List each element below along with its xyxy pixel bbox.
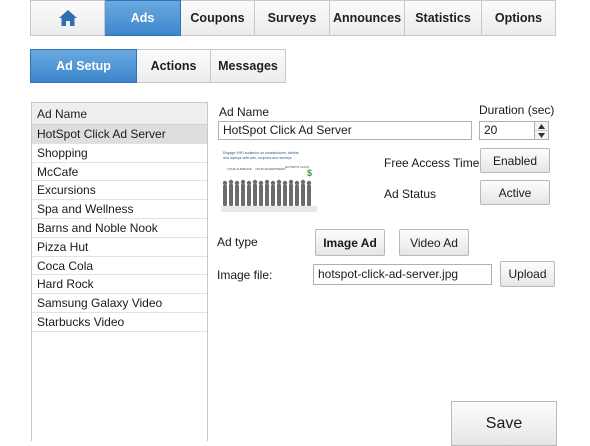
tab-ad-setup[interactable]: Ad Setup: [30, 49, 137, 83]
tab-options-label: Options: [494, 11, 543, 25]
ad-name-label: Ad Name: [219, 105, 270, 119]
ad-status-label: Ad Status: [384, 187, 437, 201]
ad-status-button[interactable]: Active: [480, 180, 550, 205]
image-ad-button[interactable]: Image Ad: [315, 229, 385, 256]
list-item[interactable]: Pizza Hut: [32, 238, 207, 257]
list-item[interactable]: Shopping: [32, 144, 207, 163]
video-ad-button[interactable]: Video Ad: [399, 229, 469, 256]
tab-coupons[interactable]: Coupons: [181, 0, 255, 36]
tab-messages-label: Messages: [218, 59, 278, 73]
tab-ad-setup-label: Ad Setup: [56, 59, 111, 73]
list-item[interactable]: Excursions: [32, 181, 207, 201]
thumb-line2: and laptops with ads, coupons and survey…: [223, 156, 292, 160]
tab-messages[interactable]: Messages: [211, 49, 286, 83]
list-item[interactable]: Samsung Galaxy Video: [32, 294, 207, 313]
ad-name-input[interactable]: HotSpot Click Ad Server: [218, 121, 472, 140]
list-item[interactable]: Coca Cola: [32, 257, 207, 276]
ad-type-label: Ad type: [217, 235, 258, 249]
spin-down-icon[interactable]: [535, 131, 548, 139]
duration-input[interactable]: 20: [479, 121, 535, 140]
free-access-timer-label: Free Access Timer: [384, 156, 484, 170]
list-item[interactable]: Spa and Wellness: [32, 200, 207, 219]
home-icon: [58, 10, 77, 26]
save-button[interactable]: Save: [451, 401, 557, 446]
tab-options[interactable]: Options: [482, 0, 556, 36]
spin-up-icon[interactable]: [535, 122, 548, 131]
tab-surveys-label: Surveys: [267, 11, 317, 25]
list-item[interactable]: HotSpot Click Ad Server: [32, 125, 207, 144]
image-file-label: Image file:: [217, 268, 273, 282]
main-nav: Ads Coupons Surveys Announces Statistics…: [30, 0, 556, 36]
sub-nav: Ad Setup Actions Messages: [30, 49, 286, 83]
thumb-label-audience: YOUR AUDIENCE: [227, 167, 252, 171]
home-tab[interactable]: [30, 0, 105, 36]
tab-actions-label: Actions: [150, 59, 197, 73]
tab-actions[interactable]: Actions: [137, 49, 211, 83]
image-file-input[interactable]: hotspot-click-ad-server.jpg: [313, 264, 492, 285]
ad-list-header: Ad Name: [32, 103, 207, 125]
list-item[interactable]: Hard Rock: [32, 275, 207, 295]
tab-ads-label: Ads: [130, 11, 155, 25]
ad-thumbnail-image: Engage WiFi audience on smartphones, tab…: [221, 151, 317, 212]
tab-surveys[interactable]: Surveys: [255, 0, 330, 36]
tab-coupons-label: Coupons: [190, 11, 245, 25]
list-item[interactable]: Starbucks Video: [32, 313, 207, 332]
thumb-line1: Engage WiFi audience on smartphones, tab…: [223, 151, 299, 155]
ad-thumbnail: Engage WiFi audience on smartphones, tab…: [221, 148, 317, 212]
tab-announces-label: Announces: [332, 11, 402, 25]
upload-button[interactable]: Upload: [500, 261, 555, 287]
tab-statistics[interactable]: Statistics: [405, 0, 482, 36]
free-access-timer-button[interactable]: Enabled: [480, 148, 550, 173]
tab-statistics-label: Statistics: [415, 11, 471, 25]
tab-ads[interactable]: Ads: [105, 0, 181, 36]
thumb-label-hotspot: HOTSPOT CLICK: [285, 165, 309, 169]
ad-list: Ad Name HotSpot Click Ad Server Shopping…: [31, 102, 208, 441]
thumb-dollar: $: [307, 168, 312, 178]
list-item[interactable]: McCafe: [32, 163, 207, 182]
duration-stepper[interactable]: [534, 121, 549, 140]
list-item[interactable]: Barns and Noble Nook: [32, 219, 207, 238]
thumb-label-advertisers: YOUR ADVERTISERS: [255, 167, 285, 171]
tab-announces[interactable]: Announces: [330, 0, 405, 36]
duration-label: Duration (sec): [479, 103, 555, 117]
